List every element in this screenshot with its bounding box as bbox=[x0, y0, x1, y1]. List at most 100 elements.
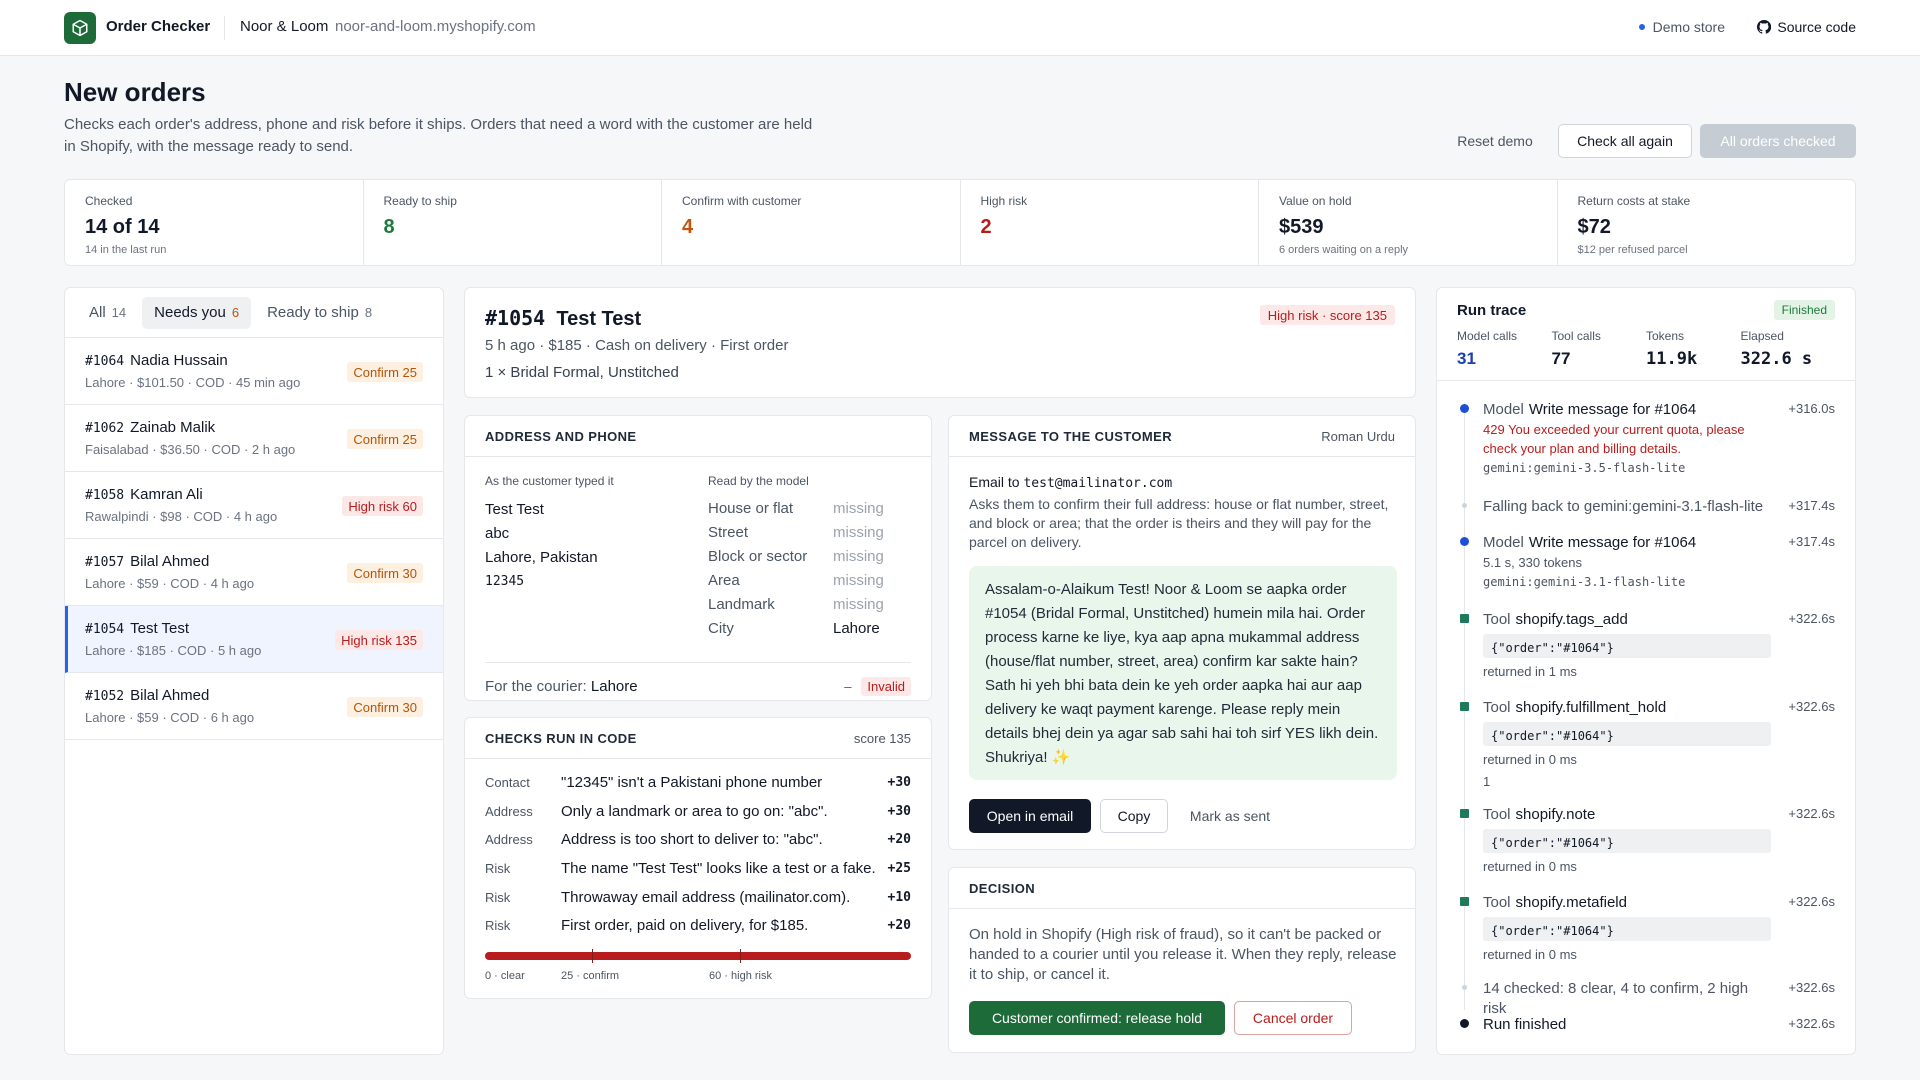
order-number: #1054 bbox=[485, 306, 546, 330]
stats-bar: Checked 14 of 14 14 in the last run Read… bbox=[64, 179, 1856, 266]
order-row[interactable]: #1064 Nadia Hussain Lahore · $101.50 · CO… bbox=[65, 338, 443, 405]
field-value: missing bbox=[833, 547, 884, 565]
field-key: City bbox=[708, 619, 734, 637]
decision-panel: DECISION On hold in Shopify (High risk o… bbox=[948, 867, 1416, 1053]
event-args: {"order":"#1064"} bbox=[1483, 917, 1771, 941]
demo-store-link[interactable]: Demo store bbox=[1638, 19, 1725, 35]
check-points: +30 bbox=[887, 774, 911, 790]
stat-value: 4 bbox=[682, 216, 694, 238]
order-list-panel: All 14 Needs you 6 Ready to ship 8 #1064 Nad… bbox=[64, 287, 444, 1055]
event-time: +317.4s bbox=[1788, 498, 1835, 513]
info-dot-icon bbox=[1462, 503, 1467, 508]
trace-stat: Elapsed 322.6 s bbox=[1741, 329, 1836, 369]
stat-sub: 6 orders waiting on a reply bbox=[1279, 244, 1409, 256]
event-sub: 5.1 s, 330 tokens bbox=[1483, 555, 1583, 570]
order-row-selected[interactable]: #1054 Test Test Lahore · $185 · COD · 5 h… bbox=[65, 606, 443, 673]
stat-value: 31 bbox=[1457, 349, 1476, 368]
order-number: #1052 bbox=[85, 689, 125, 704]
stat-label: High risk bbox=[980, 194, 1028, 208]
release-hold-button[interactable]: Customer confirmed: release hold bbox=[969, 1001, 1225, 1035]
event-return: returned in 0 ms bbox=[1483, 752, 1577, 767]
open-in-email-button[interactable]: Open in email bbox=[969, 799, 1091, 833]
event-kind: Model bbox=[1483, 534, 1524, 551]
stat-label: Ready to ship bbox=[383, 194, 457, 208]
customer-name: Nadia Hussain bbox=[130, 352, 228, 369]
event-return: returned in 0 ms bbox=[1483, 859, 1577, 874]
tab-count: 6 bbox=[231, 305, 240, 320]
customer-name: Test Test bbox=[556, 308, 642, 330]
event-kind: Tool bbox=[1483, 894, 1511, 911]
order-tabs: All 14 Needs you 6 Ready to ship 8 bbox=[65, 288, 443, 338]
scale-tick bbox=[592, 949, 593, 963]
scale-tick bbox=[740, 949, 741, 963]
section-header: CHECKS RUN IN CODE score 135 bbox=[465, 718, 931, 759]
stat-label: Tokens bbox=[1646, 329, 1685, 343]
copy-button[interactable]: Copy bbox=[1100, 799, 1168, 833]
order-row[interactable]: #1062 Zainab Malik Faisalabad · $36.50 · … bbox=[65, 405, 443, 472]
event-time: +322.6s bbox=[1788, 1016, 1835, 1031]
event-model: gemini:gemini-3.5-flash-lite bbox=[1483, 461, 1686, 475]
address-field: Block or sector missing bbox=[708, 544, 913, 568]
event-kind: Tool bbox=[1483, 806, 1511, 823]
section-title: DECISION bbox=[949, 868, 1415, 909]
status-dot-icon bbox=[1638, 24, 1645, 30]
event-text: 14 checked: 8 clear, 4 to confirm, 2 hig… bbox=[1483, 980, 1749, 1017]
tab-needs-you[interactable]: Needs you 6 bbox=[142, 296, 252, 329]
stat-label: Tool calls bbox=[1551, 329, 1601, 343]
section-title: MESSAGE TO THE CUSTOMER bbox=[969, 428, 1173, 444]
order-number: #1054 bbox=[85, 622, 125, 637]
check-row: Risk Throwaway email address (mailinator.… bbox=[485, 887, 911, 907]
trace-stat: Tokens 11.9k bbox=[1646, 329, 1741, 369]
order-row[interactable]: #1058 Kamran Ali Rawalpindi · $98 · COD ·… bbox=[65, 472, 443, 539]
trace-title: Run trace bbox=[1457, 302, 1527, 319]
tab-count: 8 bbox=[364, 305, 373, 320]
order-row[interactable]: #1057 Bilal Ahmed Lahore · $59 · COD · 4 … bbox=[65, 539, 443, 606]
stat-high-risk: High risk 2 bbox=[961, 180, 1259, 265]
field-key: Street bbox=[708, 523, 749, 541]
reset-demo-button[interactable]: Reset demo bbox=[1446, 124, 1544, 158]
app-logo-icon bbox=[64, 12, 96, 44]
stat-value: 77 bbox=[1551, 349, 1571, 368]
status-badge: High risk 135 bbox=[335, 630, 423, 650]
field-value: missing bbox=[833, 571, 884, 589]
all-orders-checked-button[interactable]: All orders checked bbox=[1700, 124, 1856, 158]
decision-text: On hold in Shopify (High risk of fraud),… bbox=[969, 926, 1397, 983]
mark-as-sent-button[interactable]: Mark as sent bbox=[1177, 799, 1283, 833]
status-badge: Finished bbox=[1773, 300, 1835, 320]
section-title: CHECKS RUN IN CODE bbox=[485, 730, 637, 746]
field-value: Lahore bbox=[833, 619, 880, 637]
address-panel: ADDRESS AND PHONE As the customer typed … bbox=[464, 415, 932, 701]
stat-return-costs: Return costs at stake $72 $12 per refuse… bbox=[1558, 180, 1856, 265]
event-time: +316.0s bbox=[1788, 401, 1835, 416]
source-code-link[interactable]: Source code bbox=[1757, 19, 1856, 35]
check-all-again-button[interactable]: Check all again bbox=[1558, 124, 1692, 158]
order-number: #1058 bbox=[85, 488, 125, 503]
address-field: House or flat missing bbox=[708, 496, 913, 520]
order-row[interactable]: #1052 Bilal Ahmed Lahore · $59 · COD · 6 … bbox=[65, 673, 443, 740]
trace-event: Model Write message for #1064 5.1 s, 330 … bbox=[1457, 533, 1835, 592]
risk-badge: High risk · score 135 bbox=[1259, 305, 1395, 325]
trace-event: 14 checked: 8 clear, 4 to confirm, 2 hig… bbox=[1457, 979, 1835, 1019]
event-time: +322.6s bbox=[1788, 980, 1835, 995]
event-text: Falling back to gemini:gemini-3.1-flash-… bbox=[1483, 498, 1764, 515]
tab-all[interactable]: All 14 bbox=[77, 297, 138, 329]
parsed-address: House or flat missing Street missing Block… bbox=[708, 496, 913, 640]
check-points: +20 bbox=[887, 831, 911, 847]
customer-name: Bilal Ahmed bbox=[130, 687, 210, 704]
tab-ready-to-ship[interactable]: Ready to ship 8 bbox=[255, 297, 384, 329]
order-number: #1062 bbox=[85, 421, 125, 436]
stat-label: Confirm with customer bbox=[682, 194, 802, 208]
address-field: City Lahore bbox=[708, 616, 913, 640]
stat-label: Model calls bbox=[1457, 329, 1518, 343]
demo-store-label: Demo store bbox=[1652, 19, 1725, 35]
stat-label: Value on hold bbox=[1279, 194, 1352, 208]
customer-name: Bilal Ahmed bbox=[130, 553, 210, 570]
check-category: Risk bbox=[485, 889, 511, 905]
cancel-order-button[interactable]: Cancel order bbox=[1234, 1001, 1352, 1035]
order-items: 1 × Bridal Formal, Unstitched bbox=[485, 364, 679, 381]
tab-label: Needs you bbox=[154, 304, 226, 321]
store-domain: noor-and-loom.myshopify.com bbox=[335, 18, 536, 35]
page-subtitle: Checks each order's address, phone and r… bbox=[64, 116, 813, 155]
model-dot-icon bbox=[1460, 404, 1469, 413]
stat-confirm: Confirm with customer 4 bbox=[662, 180, 961, 265]
